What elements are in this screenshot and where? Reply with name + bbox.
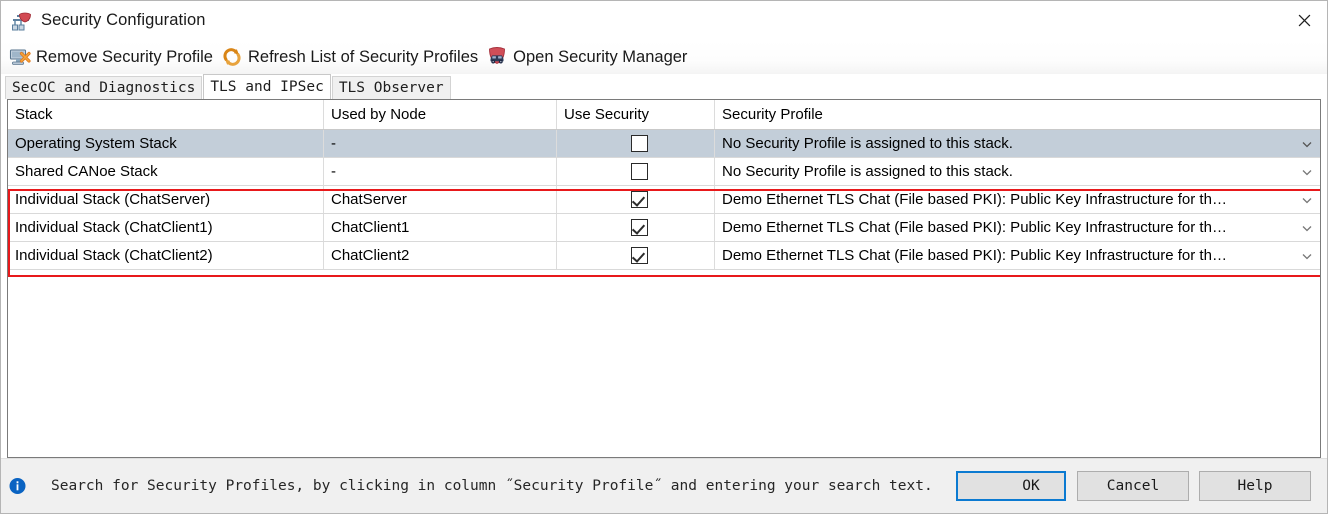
tab-tls-and-ipsec[interactable]: TLS and IPSec bbox=[203, 74, 331, 99]
cell-use-security[interactable] bbox=[556, 241, 715, 270]
security-manager-icon bbox=[486, 46, 508, 68]
page-title: Security Configuration bbox=[41, 11, 206, 29]
cell-node: ChatServer bbox=[323, 185, 557, 214]
refresh-icon bbox=[221, 46, 243, 68]
stack-table: Stack Used by Node Use Security Security… bbox=[8, 100, 1320, 270]
use-security-checkbox[interactable] bbox=[630, 135, 648, 153]
use-security-checkbox[interactable] bbox=[630, 191, 648, 209]
tab-tls-observer[interactable]: TLS Observer bbox=[331, 76, 451, 99]
cell-stack: Individual Stack (ChatServer) bbox=[8, 185, 324, 214]
remove-security-profile-button[interactable]: Remove Security Profile bbox=[7, 42, 219, 72]
cell-use-security[interactable] bbox=[556, 157, 715, 186]
open-security-manager-button[interactable]: Open Security Manager bbox=[484, 42, 693, 72]
chevron-down-icon[interactable] bbox=[1300, 193, 1314, 207]
table-row[interactable]: Operating System Stack - No Security Pro… bbox=[8, 129, 1320, 158]
cell-security-profile[interactable]: Demo Ethernet TLS Chat (File based PKI):… bbox=[714, 185, 1320, 214]
cancel-button[interactable]: Cancel bbox=[1077, 471, 1189, 501]
security-profile-value: No Security Profile is assigned to this … bbox=[722, 163, 1013, 180]
security-profile-value: Demo Ethernet TLS Chat (File based PKI):… bbox=[722, 247, 1227, 264]
info-icon bbox=[9, 478, 26, 495]
cell-use-security[interactable] bbox=[556, 129, 715, 158]
security-profile-value: No Security Profile is assigned to this … bbox=[722, 135, 1013, 152]
chevron-down-icon[interactable] bbox=[1300, 165, 1314, 179]
security-configuration-dialog: Security Configuration Remove Security P… bbox=[0, 0, 1328, 514]
chevron-down-icon[interactable] bbox=[1300, 249, 1314, 263]
table-row[interactable]: Shared CANoe Stack - No Security Profile… bbox=[8, 157, 1320, 186]
chevron-down-icon[interactable] bbox=[1300, 221, 1314, 235]
footer-bar: Search for Security Profiles, by clickin… bbox=[1, 458, 1327, 513]
stack-list: Stack Used by Node Use Security Security… bbox=[7, 99, 1321, 458]
cell-use-security[interactable] bbox=[556, 213, 715, 242]
remove-security-profile-icon bbox=[9, 46, 31, 68]
security-profile-value: Demo Ethernet TLS Chat (File based PKI):… bbox=[722, 191, 1227, 208]
toolbar: Remove Security Profile Refresh List of … bbox=[1, 40, 1327, 74]
use-security-checkbox[interactable] bbox=[630, 163, 648, 181]
toolbar-item-label: Open Security Manager bbox=[513, 47, 688, 66]
cell-stack: Shared CANoe Stack bbox=[8, 157, 324, 186]
cell-security-profile[interactable]: No Security Profile is assigned to this … bbox=[714, 157, 1320, 186]
tab-secoc-and-diagnostics[interactable]: SecOC and Diagnostics bbox=[5, 76, 203, 99]
column-header-use-security[interactable]: Use Security bbox=[556, 100, 715, 130]
column-header-security-profile[interactable]: Security Profile bbox=[714, 100, 1320, 130]
security-config-icon bbox=[11, 11, 33, 33]
tab-strip: SecOC and Diagnostics TLS and IPSec TLS … bbox=[1, 74, 1327, 99]
chevron-down-icon[interactable] bbox=[1300, 137, 1314, 151]
cell-use-security[interactable] bbox=[556, 185, 715, 214]
security-profile-value: Demo Ethernet TLS Chat (File based PKI):… bbox=[722, 219, 1227, 236]
cell-stack: Individual Stack (ChatClient2) bbox=[8, 241, 324, 270]
use-security-checkbox[interactable] bbox=[630, 247, 648, 265]
help-button[interactable]: Help bbox=[1199, 471, 1311, 501]
table-header-row: Stack Used by Node Use Security Security… bbox=[8, 100, 1320, 130]
close-icon[interactable] bbox=[1281, 1, 1327, 39]
status-text: Search for Security Profiles, by clickin… bbox=[51, 478, 933, 494]
cell-security-profile[interactable]: No Security Profile is assigned to this … bbox=[714, 129, 1320, 158]
table-row[interactable]: Individual Stack (ChatClient2) ChatClien… bbox=[8, 241, 1320, 270]
table-row[interactable]: Individual Stack (ChatClient1) ChatClien… bbox=[8, 213, 1320, 242]
refresh-security-profiles-button[interactable]: Refresh List of Security Profiles bbox=[219, 42, 484, 72]
title-bar: Security Configuration bbox=[1, 1, 1327, 40]
cell-stack: Operating System Stack bbox=[8, 129, 324, 158]
table-row[interactable]: Individual Stack (ChatServer) ChatServer… bbox=[8, 185, 1320, 214]
cell-security-profile[interactable]: Demo Ethernet TLS Chat (File based PKI):… bbox=[714, 213, 1320, 242]
column-header-used-by-node[interactable]: Used by Node bbox=[323, 100, 557, 130]
cell-node: ChatClient1 bbox=[323, 213, 557, 242]
column-header-stack[interactable]: Stack bbox=[8, 100, 324, 130]
cell-security-profile[interactable]: Demo Ethernet TLS Chat (File based PKI):… bbox=[714, 241, 1320, 270]
toolbar-item-label: Remove Security Profile bbox=[36, 47, 213, 66]
cell-stack: Individual Stack (ChatClient1) bbox=[8, 213, 324, 242]
ok-button[interactable]: OK bbox=[956, 471, 1066, 501]
cell-node: - bbox=[323, 129, 557, 158]
toolbar-item-label: Refresh List of Security Profiles bbox=[247, 47, 479, 66]
use-security-checkbox[interactable] bbox=[630, 219, 648, 237]
cell-node: - bbox=[323, 157, 557, 186]
cell-node: ChatClient2 bbox=[323, 241, 557, 270]
